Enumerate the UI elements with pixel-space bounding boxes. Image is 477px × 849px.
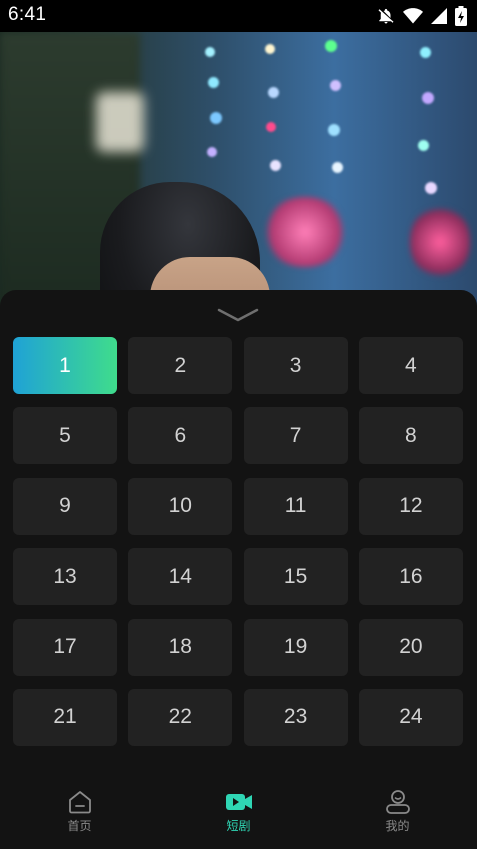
episode-button-10[interactable]: 10 [128, 477, 233, 535]
status-bar: 6:41 [0, 0, 477, 32]
bottom-navigation: 首页 短剧 我的 [0, 783, 477, 849]
episode-button-14[interactable]: 14 [128, 548, 233, 606]
light-bokeh [207, 147, 217, 157]
episode-button-15[interactable]: 15 [243, 548, 348, 606]
episode-button-23[interactable]: 23 [243, 688, 348, 746]
episode-button-18[interactable]: 18 [128, 618, 233, 676]
light-bokeh [425, 182, 437, 194]
episode-button-9[interactable]: 9 [13, 477, 117, 535]
flower-bokeh [410, 202, 470, 282]
light-bokeh [266, 122, 276, 132]
status-time: 6:41 [8, 4, 47, 25]
episode-button-3[interactable]: 3 [243, 337, 348, 394]
flower-bokeh [260, 197, 350, 267]
light-bokeh [96, 92, 144, 152]
episode-grid: 1 2 3 4 5 6 7 8 9 10 11 12 13 14 15 16 17 18 19 20 21 22 23 24 [13, 337, 463, 746]
nav-label-profile: 我的 [385, 819, 410, 833]
nav-label-short-drama: 短剧 [226, 819, 251, 833]
light-bokeh [205, 47, 215, 57]
signal-icon [431, 8, 447, 24]
nav-item-home[interactable]: 首页 [0, 783, 159, 849]
light-bokeh [268, 87, 279, 98]
episode-selector-sheet: 1 2 3 4 5 6 7 8 9 10 11 12 13 14 15 16 17 18 19 20 21 22 23 24 [0, 290, 477, 849]
episode-button-19[interactable]: 19 [243, 618, 348, 676]
light-bokeh [328, 124, 340, 136]
light-bokeh [422, 92, 434, 104]
light-bokeh [265, 44, 275, 54]
episode-button-20[interactable]: 20 [358, 618, 463, 676]
episode-button-11[interactable]: 11 [243, 477, 348, 535]
episode-button-6[interactable]: 6 [128, 407, 233, 465]
home-icon [66, 789, 94, 815]
episode-button-1[interactable]: 1 [13, 337, 117, 394]
notifications-off-icon [377, 7, 395, 25]
light-bokeh [418, 140, 429, 151]
light-bokeh [325, 40, 337, 52]
profile-icon [384, 789, 412, 815]
battery-charging-icon [455, 6, 467, 26]
video-player-area[interactable] [0, 32, 477, 322]
light-bokeh [208, 77, 219, 88]
episode-button-21[interactable]: 21 [13, 688, 117, 746]
light-bokeh [330, 80, 341, 91]
nav-item-profile[interactable]: 我的 [318, 783, 477, 849]
episode-button-16[interactable]: 16 [358, 548, 463, 606]
light-bokeh [420, 47, 431, 58]
episode-button-2[interactable]: 2 [128, 337, 233, 394]
episode-button-24[interactable]: 24 [358, 688, 463, 746]
light-bokeh [332, 162, 343, 173]
nav-label-home: 首页 [67, 819, 92, 833]
light-bokeh [210, 112, 222, 124]
video-camera-icon [225, 789, 253, 815]
wifi-icon [403, 7, 423, 25]
episode-button-17[interactable]: 17 [13, 618, 117, 676]
episode-button-13[interactable]: 13 [13, 548, 117, 606]
episode-button-4[interactable]: 4 [358, 337, 463, 394]
episode-button-8[interactable]: 8 [358, 407, 463, 465]
episode-button-12[interactable]: 12 [358, 477, 463, 535]
episode-button-22[interactable]: 22 [128, 688, 233, 746]
episode-button-5[interactable]: 5 [13, 407, 117, 465]
nav-item-short-drama[interactable]: 短剧 [159, 783, 318, 849]
light-bokeh [270, 160, 281, 171]
collapse-sheet-button[interactable] [214, 304, 262, 326]
episode-button-7[interactable]: 7 [243, 407, 348, 465]
status-icons [377, 6, 467, 26]
chevron-down-icon [217, 308, 259, 322]
